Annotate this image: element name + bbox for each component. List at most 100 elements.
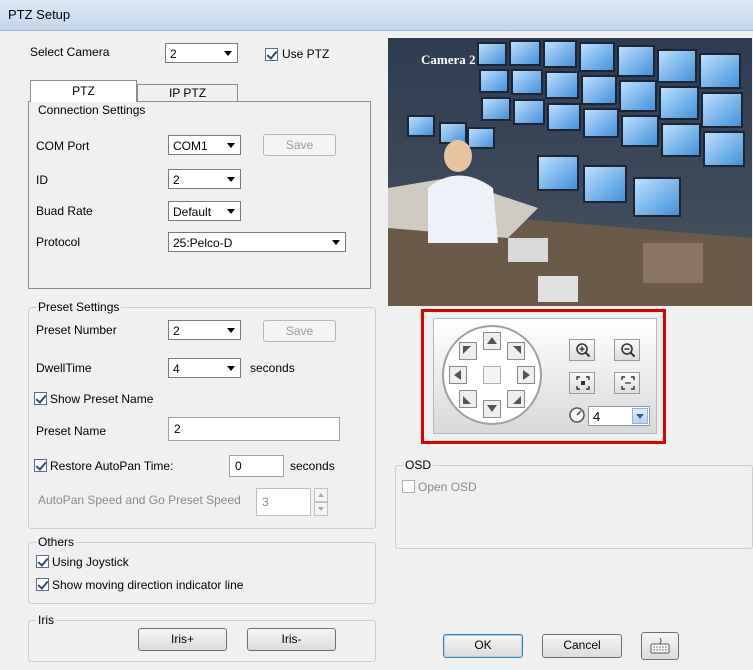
dwell-time-value: 4 [173, 362, 180, 376]
restore-autopan-input[interactable]: 0 [229, 455, 284, 477]
chevron-down-icon [227, 209, 235, 214]
window-title: PTZ Setup [8, 7, 71, 22]
speed-up-button[interactable] [314, 488, 328, 502]
surveillance-image [388, 38, 752, 306]
tab-ip-ptz-label: IP PTZ [168, 86, 207, 100]
iris-plus-button[interactable]: Iris+ [138, 628, 227, 651]
title-bar: PTZ Setup [0, 0, 753, 31]
osd-title: OSD [403, 458, 434, 472]
keyboard-button[interactable] [641, 632, 679, 660]
ptz-control-highlight: 4 [421, 309, 666, 444]
arrow-right-icon [523, 370, 530, 380]
joystick-checkbox[interactable] [36, 555, 49, 568]
com-port-select[interactable]: COM1 [168, 135, 241, 155]
protocol-label: Protocol [36, 235, 81, 249]
pan-down-left-button[interactable] [459, 390, 477, 408]
pan-left-button[interactable] [449, 366, 467, 384]
chevron-down-icon [332, 240, 340, 245]
preset-save-button[interactable]: Save [263, 320, 336, 342]
pan-up-left-button[interactable] [459, 342, 477, 360]
pan-down-button[interactable] [483, 400, 501, 418]
speed-icon [569, 407, 585, 423]
preset-number-label: Preset Number [36, 323, 117, 337]
osd-group [395, 465, 753, 549]
connection-save-button[interactable]: Save [263, 134, 336, 156]
open-osd-label: Open OSD [418, 480, 477, 494]
iris-title: Iris [36, 613, 56, 627]
baud-rate-label: Buad Rate [36, 204, 93, 218]
protocol-value: 25:Pelco-D [173, 236, 233, 250]
zoom-in-button[interactable] [569, 339, 595, 361]
chevron-down-icon [636, 414, 644, 419]
zoom-in-icon [576, 343, 591, 358]
focus-near-button[interactable] [569, 372, 595, 394]
camera-overlay-label: Camera 2 [421, 52, 476, 67]
keyboard-icon [650, 638, 670, 654]
dwell-unit-label: seconds [250, 361, 295, 375]
ok-button[interactable]: OK [443, 634, 523, 658]
preset-number-select[interactable]: 2 [168, 320, 241, 340]
others-title: Others [36, 535, 77, 549]
others-group [28, 542, 376, 604]
tab-ptz[interactable]: PTZ [30, 80, 137, 102]
restore-unit-label: seconds [290, 459, 335, 473]
speed-down-button[interactable] [314, 502, 328, 516]
tab-ptz-label: PTZ [72, 84, 95, 98]
select-camera-label: Select Camera [30, 45, 110, 59]
show-preset-name-label: Show Preset Name [50, 392, 154, 406]
direction-line-checkbox[interactable] [36, 578, 49, 591]
protocol-select[interactable]: 25:Pelco-D [168, 232, 346, 252]
arrow-left-icon [454, 370, 461, 380]
speed-dropdown-button[interactable] [632, 408, 648, 424]
chevron-down-icon [227, 366, 235, 371]
id-select[interactable]: 2 [168, 169, 241, 189]
chevron-down-icon [224, 51, 232, 56]
camera-preview: Camera 2 [388, 38, 752, 306]
use-ptz-label: Use PTZ [282, 47, 330, 61]
focus-far-button[interactable] [614, 372, 640, 394]
pan-up-right-button[interactable] [507, 342, 525, 360]
autopan-speed-input[interactable]: 3 [256, 488, 311, 516]
ptz-control-panel: 4 [433, 318, 657, 434]
arrow-up-right-icon [513, 346, 521, 354]
id-label: ID [36, 173, 48, 187]
arrow-down-icon [487, 405, 497, 412]
ptz-speed-value: 4 [593, 409, 601, 424]
baud-rate-select[interactable]: Default [168, 201, 241, 221]
arrow-up-left-icon [463, 346, 471, 354]
arrow-down-icon [318, 507, 324, 511]
zoom-out-button[interactable] [614, 339, 640, 361]
restore-autopan-checkbox[interactable] [34, 459, 47, 472]
pan-right-button[interactable] [517, 366, 535, 384]
chevron-down-icon [227, 177, 235, 182]
camera-select[interactable]: 2 [165, 43, 238, 63]
autopan-speed-value: 3 [262, 495, 269, 509]
preset-name-value: 2 [174, 422, 181, 436]
preset-settings-title: Preset Settings [36, 300, 122, 314]
direction-line-label: Show moving direction indicator line [52, 578, 244, 592]
tab-ip-ptz[interactable]: IP PTZ [137, 84, 238, 102]
arrow-up-icon [487, 337, 497, 344]
use-ptz-checkbox[interactable] [265, 48, 278, 61]
pan-up-button[interactable] [483, 332, 501, 350]
focus-far-icon [621, 376, 635, 390]
zoom-out-icon [621, 343, 636, 358]
pan-down-right-button[interactable] [507, 390, 525, 408]
baud-rate-value: Default [173, 205, 212, 219]
chevron-down-icon [227, 143, 235, 148]
show-preset-name-checkbox[interactable] [34, 392, 47, 405]
connection-settings-title: Connection Settings [36, 103, 148, 117]
arrow-down-right-icon [513, 396, 521, 404]
com-port-value: COM1 [173, 139, 208, 153]
autopan-speed-label: AutoPan Speed and Go Preset Speed [38, 493, 241, 507]
ptz-speed-select[interactable]: 4 [588, 406, 650, 426]
iris-minus-button[interactable]: Iris- [247, 628, 336, 651]
dwell-time-label: DwellTime [36, 361, 92, 375]
arrow-up-icon [318, 493, 324, 497]
preset-name-input[interactable]: 2 [168, 417, 340, 441]
open-osd-checkbox[interactable] [402, 480, 415, 493]
dwell-time-select[interactable]: 4 [168, 358, 241, 378]
focus-near-icon [576, 376, 590, 390]
cancel-button[interactable]: Cancel [542, 634, 622, 658]
id-value: 2 [173, 173, 180, 187]
